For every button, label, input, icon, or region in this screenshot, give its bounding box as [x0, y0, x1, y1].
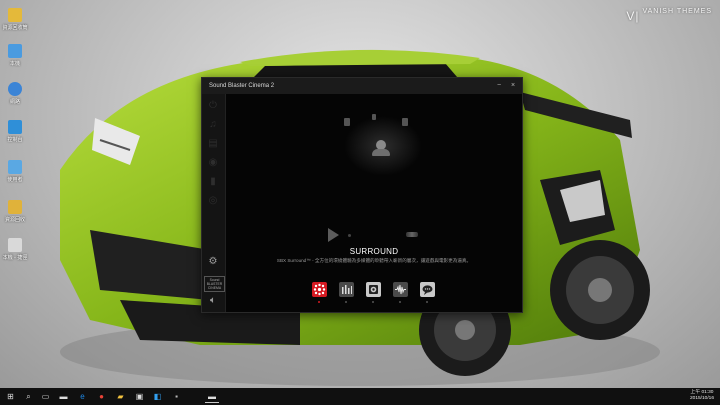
front-left-speaker-icon	[344, 118, 350, 126]
desktop-icon-label: 網路	[9, 99, 20, 105]
desktop-icon-control-panel[interactable]: 控制台	[2, 120, 28, 143]
play-icon[interactable]	[328, 228, 339, 242]
playback-dot-icon	[348, 234, 351, 237]
clock-date: 2015/10/16	[689, 396, 714, 401]
minimize-button[interactable]: −	[494, 81, 504, 91]
task-view-icon[interactable]: ▭	[40, 391, 51, 402]
desktop-icon-label: 控制台	[7, 137, 23, 143]
active-indicator	[318, 301, 320, 303]
wallpaper-brand-logo: V| VANISH THEMES	[626, 8, 712, 24]
center-speaker-icon	[372, 114, 376, 120]
desktop-icon-user[interactable]: 使用者	[2, 160, 28, 183]
sound-blaster-taskbar-button[interactable]: ▬	[205, 391, 219, 403]
microphone-icon[interactable]: ▮	[207, 176, 219, 188]
surround-button[interactable]	[312, 282, 327, 303]
brand-text: VANISH THEMES	[642, 8, 712, 15]
desktop-icon-shortcut[interactable]: 本機 - 捷徑	[2, 238, 28, 261]
sound-blaster-window: Sound Blaster Cinema 2 − × ⏻ ♫ ▤ ◉ ▮ ◎ ⚙…	[201, 77, 523, 313]
bass-speaker-icon	[369, 285, 378, 294]
user-folder-icon	[8, 160, 22, 174]
close-button[interactable]: ×	[508, 81, 518, 91]
feature-buttons	[312, 282, 442, 306]
waveform-preview-icon	[406, 232, 418, 237]
indicator-dot	[426, 301, 428, 303]
music-icon[interactable]: ♫	[207, 119, 219, 131]
taskbar: ⊞ ⌕ ▭ ▬ e ● ▰ ▣ ◧ ▪ ▬ 上午 01:30 2015/10/1…	[0, 388, 720, 405]
power-icon[interactable]: ⏻	[207, 100, 219, 112]
photoshop-icon[interactable]: ◧	[152, 391, 163, 402]
network-icon	[8, 82, 22, 96]
folder-icon	[8, 200, 22, 214]
desktop-icon-network[interactable]: 網路	[2, 82, 28, 105]
listener-body-icon	[372, 149, 390, 156]
computer-icon	[8, 44, 22, 58]
broadcast-icon[interactable]: ◎	[207, 195, 219, 207]
file-explorer-icon[interactable]: ▰	[115, 391, 126, 402]
surround-dots-icon	[313, 283, 326, 296]
search-icon[interactable]: ⌕	[23, 391, 34, 402]
film-icon[interactable]: ▤	[207, 138, 219, 150]
desktop-icon-label: 資源回收	[4, 217, 25, 223]
desktop-icon-label: 資源回收筒	[2, 25, 28, 31]
indicator-dot	[372, 301, 374, 303]
indicator-dot	[345, 301, 347, 303]
window-titlebar[interactable]: Sound Blaster Cinema 2 − ×	[202, 78, 522, 94]
smart-volume-button[interactable]	[393, 282, 408, 303]
mode-sidebar: ⏻ ♫ ▤ ◉ ▮ ◎ ⚙ Sound BLASTER CINEMA 🔈︎	[202, 94, 226, 312]
bass-button[interactable]	[366, 282, 381, 303]
desktop-icon-folder[interactable]: 資源回收	[2, 200, 28, 223]
desktop-icon-label: 使用者	[7, 177, 23, 183]
system-clock[interactable]: 上午 01:30 2015/10/16	[690, 390, 714, 402]
gamepad-icon[interactable]: ◉	[207, 157, 219, 169]
speaker-icon[interactable]: 🔈︎	[207, 295, 219, 307]
folder-icon	[8, 8, 22, 22]
desktop-icon-computer[interactable]: 本機	[2, 44, 28, 67]
chrome-icon[interactable]: ●	[96, 391, 107, 402]
desktop-icon-recycle[interactable]: 資源回收筒	[2, 8, 28, 31]
store-icon[interactable]: ▣	[134, 391, 145, 402]
mode-description: SBX Surround™ - 全方位的環繞體驗為多媒體的聆聽帶入嶄新的層次，讓…	[276, 258, 472, 263]
edge-icon[interactable]: ▬	[58, 391, 69, 402]
window-title: Sound Blaster Cinema 2	[209, 83, 275, 89]
crystalizer-button[interactable]	[339, 282, 354, 303]
desktop-icon-label: 本機 - 捷徑	[2, 255, 28, 261]
control-panel-icon	[8, 120, 22, 134]
main-panel: SURROUND SBX Surround™ - 全方位的環繞體驗為多媒體的聆聽…	[226, 94, 522, 312]
dialog-plus-button[interactable]	[420, 282, 435, 303]
chat-bubble-icon	[422, 285, 433, 295]
gear-icon[interactable]: ⚙	[207, 256, 219, 268]
indicator-dot	[399, 301, 401, 303]
document-icon	[8, 238, 22, 252]
front-right-speaker-icon	[402, 118, 408, 126]
equalizer-bars-icon	[342, 285, 352, 294]
edge-icon[interactable]: e	[77, 391, 88, 402]
sound-blaster-logo: Sound BLASTER CINEMA	[204, 276, 225, 292]
windows-start-icon[interactable]: ⊞	[5, 391, 16, 402]
sound-blaster-icon[interactable]: ▪	[171, 391, 182, 402]
brand-mark-icon: V|	[626, 9, 640, 23]
desktop-icon-label: 本機	[9, 61, 20, 67]
waveform-icon	[395, 284, 406, 295]
mode-title: SURROUND	[349, 247, 399, 256]
